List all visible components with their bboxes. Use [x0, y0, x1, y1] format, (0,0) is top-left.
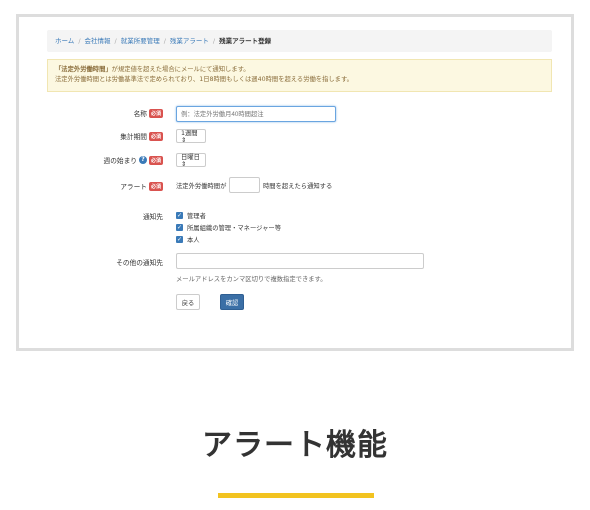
checkbox-checked-icon: ✓	[176, 236, 183, 243]
breadcrumb: ホーム / 会社情報 / 就業所要管理 / 残業アラート / 残業アラート登録	[47, 30, 552, 52]
alert-line1: が規定値を超えた場合にメールにて通知します。	[111, 66, 250, 73]
week-start-label: 週の始まり? 必須	[103, 155, 163, 165]
info-alert: 「法定外労働時間」が規定値を超えた場合にメールにて通知します。 法定外労働時間と…	[47, 59, 552, 92]
alert-prefix: 法定外労働時間が	[176, 183, 227, 190]
other-notify-input[interactable]	[176, 253, 424, 269]
alert-strong: 「法定外労働時間」	[55, 66, 112, 73]
notify-self-checkbox[interactable]: ✓ 本人	[176, 235, 200, 244]
alert-suffix: 時間を超えたら通知する	[263, 183, 333, 190]
checkbox-checked-icon: ✓	[176, 212, 183, 219]
breadcrumb-work-management[interactable]: 就業所要管理	[121, 37, 160, 45]
notify-label: 通知先	[142, 213, 163, 221]
notify-admin-checkbox[interactable]: ✓ 管理者	[176, 211, 206, 220]
period-label: 集計期間 必須	[120, 131, 163, 141]
other-notify-help: メールアドレスをカンマ区切りで複数指定できます。	[176, 276, 327, 283]
help-icon[interactable]: ?	[138, 156, 147, 164]
screenshot-frame: ホーム / 会社情報 / 就業所要管理 / 残業アラート / 残業アラート登録 「法定外労働時間…	[16, 14, 574, 351]
required-badge: 必須	[148, 181, 163, 191]
alert-label: アラート 必須	[120, 181, 163, 191]
notify-manager-checkbox[interactable]: ✓ 所属組織の管理・マネージャー等	[176, 223, 281, 232]
period-select[interactable]: 1週間 ⇕	[176, 129, 206, 144]
page-title: アラート機能	[202, 428, 388, 463]
name-label: 名称 必須	[133, 108, 163, 118]
breadcrumb-overtime-alert[interactable]: 残業アラート	[170, 37, 209, 45]
name-input[interactable]	[176, 106, 336, 122]
required-badge: 必須	[148, 131, 163, 141]
required-badge: 必須	[148, 108, 163, 118]
hours-input[interactable]	[229, 177, 260, 193]
title-underline	[218, 493, 374, 498]
back-button[interactable]: 戻る	[176, 294, 200, 310]
week-start-select[interactable]: 日曜日 ⇕	[176, 153, 206, 168]
required-badge: 必須	[148, 155, 163, 165]
checkbox-checked-icon: ✓	[176, 224, 183, 231]
other-notify-label: その他の通知先	[116, 259, 163, 267]
alert-line2: 法定外労働時間とは労働基準法で定められており、1日8時間もしくは週40時間を超え…	[55, 76, 353, 83]
confirm-button[interactable]: 確認	[220, 294, 244, 310]
breadcrumb-company[interactable]: 会社情報	[85, 37, 111, 45]
breadcrumb-current: 残業アラート登録	[219, 37, 272, 45]
breadcrumb-home[interactable]: ホーム	[55, 37, 74, 45]
